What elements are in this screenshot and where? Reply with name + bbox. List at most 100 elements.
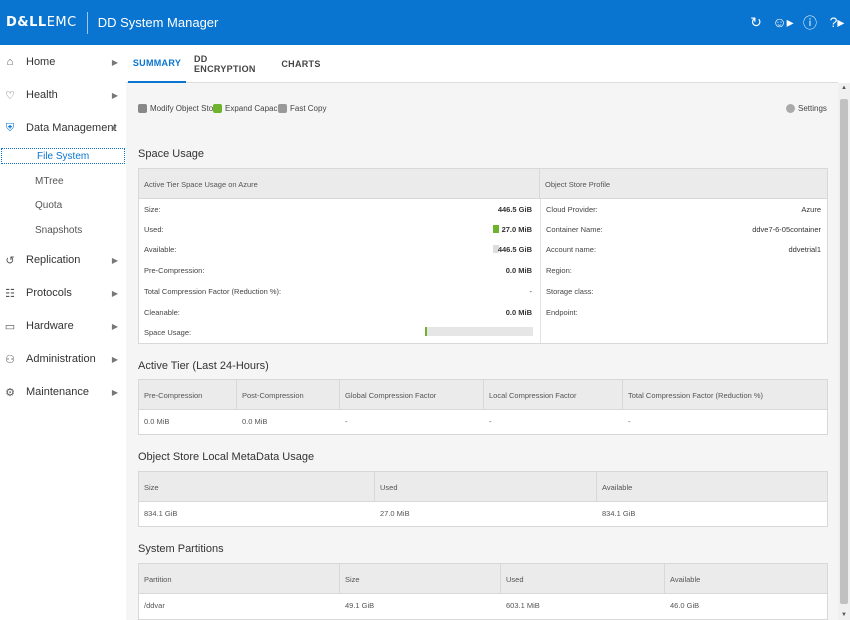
- protocols-icon: ☷: [5, 287, 15, 300]
- table-cell: 834.1 GiB: [602, 508, 636, 518]
- hardware-icon: ▭: [4, 320, 16, 333]
- sidebar: ⌂ Home ▶ ♡ Health ▶ ⛨ Data Management ▼ …: [0, 45, 126, 620]
- home-icon: ⌂: [6, 56, 14, 68]
- space-usage-bar: [425, 327, 533, 336]
- table-cell: 27.0 MiB: [380, 508, 410, 518]
- tab-summary[interactable]: SUMMARY: [128, 45, 186, 83]
- sidebar-item-label: Data Management: [26, 122, 117, 134]
- fast-copy-button[interactable]: Fast Copy: [278, 104, 326, 113]
- brand-logo: D&LLEMC: [0, 15, 77, 30]
- sidebar-item-maintenance[interactable]: ⚙ Maintenance ▶: [0, 381, 126, 403]
- chevron-right-icon: ▶: [111, 387, 118, 397]
- chevron-right-icon: ▶: [111, 90, 118, 100]
- profile-row-endpoint: Endpoint:: [546, 308, 578, 317]
- sidebar-item-label: Home: [26, 56, 56, 68]
- shield-icon: ⛨: [5, 121, 15, 134]
- column-header: Pre-Compression: [139, 380, 237, 410]
- table-row: 834.1 GiB 27.0 MiB 834.1 GiB: [139, 502, 827, 524]
- scroll-up-icon[interactable]: ▲: [838, 85, 850, 91]
- sidebar-item-replication[interactable]: ↺ Replication ▶: [0, 249, 126, 271]
- table-cell: -: [345, 416, 348, 426]
- sidebar-item-label: Protocols: [26, 287, 72, 299]
- tab-charts[interactable]: CHARTS: [278, 45, 324, 83]
- sidebar-subitem-quota[interactable]: Quota: [0, 197, 126, 213]
- table-cell: 49.1 GiB: [345, 600, 375, 610]
- space-row-usage-bar: Space Usage:: [139, 323, 827, 343]
- column-header: Post-Compression: [237, 380, 340, 410]
- settings-button[interactable]: Settings: [786, 104, 827, 113]
- space-usage-panel: Active Tier Space Usage on Azure Object …: [138, 168, 828, 344]
- system-partitions-table: Partition Size Used Available /ddvar 49.…: [138, 563, 828, 620]
- space-usage-title: Space Usage: [138, 148, 205, 160]
- table-cell: 603.1 MiB: [506, 600, 540, 610]
- table-cell: 834.1 GiB: [144, 508, 178, 518]
- metadata-usage-title: Object Store Local MetaData Usage: [138, 451, 315, 463]
- scroll-down-icon[interactable]: ▼: [838, 612, 850, 618]
- chevron-right-icon: ▶: [111, 354, 118, 364]
- metadata-usage-table: Size Used Available 834.1 GiB 27.0 MiB 8…: [138, 471, 828, 527]
- sidebar-item-label: Health: [26, 89, 58, 101]
- modify-object-store-label: Modify Object Store: [150, 104, 221, 113]
- settings-label: Settings: [798, 104, 827, 113]
- table-cell: -: [489, 416, 492, 426]
- sidebar-item-home[interactable]: ⌂ Home ▶: [0, 51, 126, 73]
- column-header: Size: [340, 564, 501, 594]
- admin-icon: ⚇: [5, 353, 15, 366]
- gear-icon: [786, 104, 795, 113]
- brand-divider: [86, 11, 88, 34]
- sidebar-item-hardware[interactable]: ▭ Hardware ▶: [0, 315, 126, 337]
- app-title: DD System Manager: [97, 15, 219, 30]
- chevron-right-icon: ▶: [111, 288, 118, 298]
- sidebar-item-label: Hardware: [26, 320, 74, 332]
- active-tier-title: Active Tier (Last 24-Hours): [138, 360, 269, 372]
- tab-dd-encryption[interactable]: DD ENCRYPTION: [194, 45, 268, 83]
- sidebar-item-label: Replication: [26, 254, 81, 266]
- sidebar-item-label: Administration: [26, 353, 96, 365]
- help-icon[interactable]: ?▸: [824, 14, 850, 31]
- sidebar-item-protocols[interactable]: ☷ Protocols ▶: [0, 282, 126, 304]
- brand-dell: D&LL: [6, 15, 47, 30]
- table-cell: 46.0 GiB: [670, 600, 700, 610]
- profile-row-region: Region:: [546, 266, 572, 275]
- table-row: /ddvar 49.1 GiB 603.1 MiB 46.0 GiB: [139, 594, 827, 616]
- heart-icon: ♡: [5, 89, 15, 102]
- column-header: Available: [602, 482, 633, 492]
- space-usage-bar-fill: [425, 327, 427, 336]
- sidebar-subitem-file-system[interactable]: File System: [1, 148, 125, 164]
- fast-copy-label: Fast Copy: [290, 104, 327, 113]
- expand-icon: [213, 104, 222, 113]
- table-cell: /ddvar: [144, 600, 165, 610]
- expand-capacity-button[interactable]: Expand Capacity: [213, 104, 285, 113]
- maintenance-icon: ⚙: [5, 386, 15, 399]
- user-icon[interactable]: ☺▸: [770, 14, 796, 31]
- table-row: 0.0 MiB 0.0 MiB - - -: [139, 410, 827, 432]
- sidebar-item-health[interactable]: ♡ Health ▶: [0, 84, 126, 106]
- sidebar-item-label: Maintenance: [26, 386, 89, 398]
- sidebar-item-data-management[interactable]: ⛨ Data Management ▼: [0, 117, 126, 139]
- column-header: Used: [501, 564, 665, 594]
- sidebar-subitem-snapshots[interactable]: Snapshots: [0, 222, 126, 238]
- system-partitions-title: System Partitions: [138, 543, 224, 555]
- column-header: Available: [670, 574, 701, 584]
- profile-row-container-name: Container Name: ddve7-6-05container: [546, 225, 821, 234]
- refresh-icon[interactable]: ↻: [743, 14, 769, 31]
- column-header: Total Compression Factor (Reduction %): [628, 390, 764, 400]
- vertical-scrollbar[interactable]: ▲ ▼: [838, 83, 850, 620]
- profile-row-account-name: Account name: ddvetrial1: [546, 245, 821, 254]
- column-header: Local Compression Factor: [484, 380, 623, 410]
- table-cell: 0.0 MiB: [242, 416, 268, 426]
- active-tier-space-header: Active Tier Space Usage on Azure: [139, 169, 540, 199]
- object-store-profile-header: Object Store Profile: [545, 179, 611, 189]
- profile-row-cloud-provider: Cloud Provider: Azure: [546, 205, 821, 214]
- table-cell: 0.0 MiB: [144, 416, 170, 426]
- top-bar: D&LLEMC DD System Manager ↻ ☺▸ ⓘ ?▸: [0, 0, 850, 45]
- chevron-right-icon: ▶: [111, 321, 118, 331]
- info-icon[interactable]: ⓘ: [797, 13, 823, 33]
- modify-object-store-button[interactable]: Modify Object Store: [138, 104, 220, 113]
- sidebar-item-administration[interactable]: ⚇ Administration ▶: [0, 348, 126, 370]
- brand-emc: EMC: [46, 15, 77, 30]
- scrollbar-thumb[interactable]: [840, 99, 848, 604]
- sidebar-subitem-mtree[interactable]: MTree: [0, 173, 126, 189]
- modify-icon: [138, 104, 147, 113]
- active-tier-table: Pre-Compression Post-Compression Global …: [138, 379, 828, 435]
